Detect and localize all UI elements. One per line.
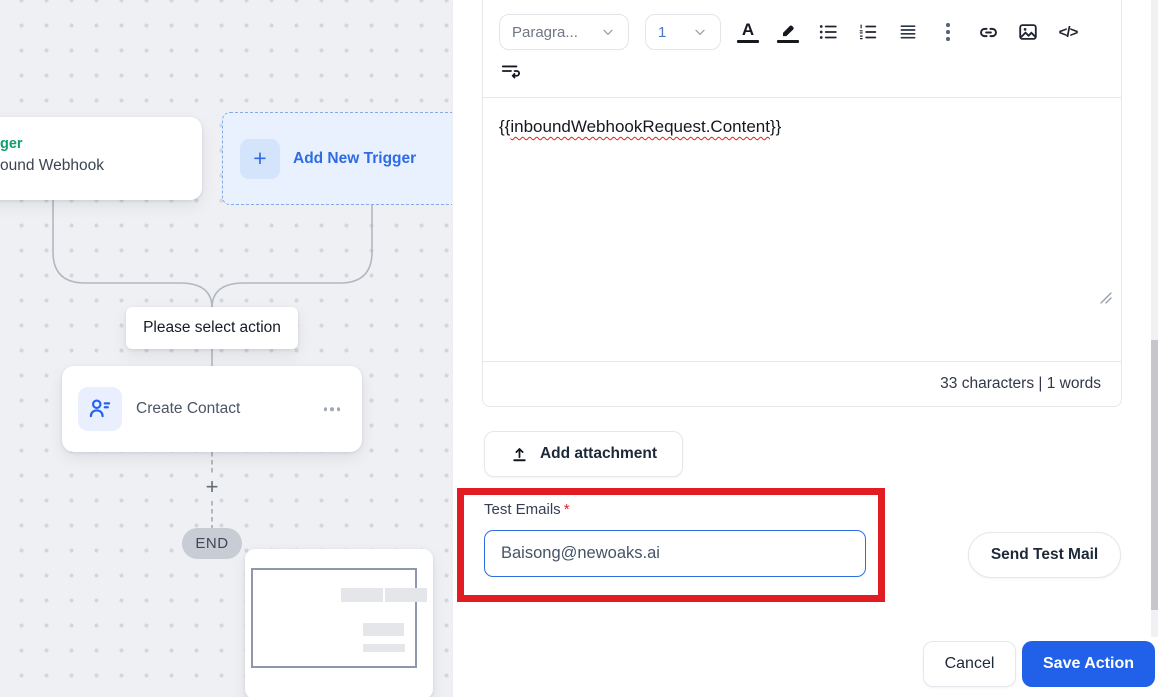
merge-tag-variable: inboundWebhookRequest.Content bbox=[510, 117, 770, 136]
bullet-list-button[interactable] bbox=[815, 14, 841, 50]
merge-tag-prefix: {{ bbox=[499, 117, 511, 136]
paragraph-style-value: Paragra... bbox=[512, 23, 578, 41]
create-contact-label: Create Contact bbox=[136, 400, 241, 417]
test-emails-input[interactable] bbox=[484, 530, 866, 577]
upload-icon bbox=[513, 447, 526, 461]
text-wrap-button[interactable] bbox=[499, 59, 523, 83]
contact-icon-tile bbox=[78, 387, 122, 431]
add-attachment-label: Add attachment bbox=[539, 445, 658, 462]
text-color-icon: A bbox=[741, 19, 755, 39]
chevron-down-icon bbox=[603, 29, 613, 36]
font-size-value: 1 bbox=[658, 23, 667, 41]
contact-person-icon bbox=[89, 399, 111, 418]
save-action-button[interactable]: Save Action bbox=[1022, 641, 1155, 687]
preview-placeholder-bar bbox=[363, 623, 404, 636]
create-contact-action-card[interactable]: Create Contact bbox=[62, 366, 362, 452]
scrollbar-thumb[interactable] bbox=[1151, 340, 1158, 610]
insert-image-button[interactable] bbox=[1015, 14, 1041, 50]
align-justify-icon bbox=[900, 25, 916, 39]
text-color-bar bbox=[737, 39, 759, 44]
end-badge-text: END bbox=[195, 535, 229, 552]
align-justify-button[interactable] bbox=[895, 14, 921, 50]
resize-handle[interactable] bbox=[1099, 289, 1112, 309]
ordered-list-button[interactable] bbox=[855, 14, 881, 50]
character-word-count: 33 characters | 1 words bbox=[940, 375, 1101, 392]
insert-link-button[interactable] bbox=[975, 14, 1001, 50]
trigger-name-label: ound Webhook bbox=[0, 157, 104, 174]
preview-placeholder-bar bbox=[363, 644, 405, 652]
rich-text-editor: Paragra... 1 A </> {{inboundWebhookReque… bbox=[482, 0, 1122, 407]
highlight-button[interactable] bbox=[775, 14, 801, 50]
preview-placeholder-bar bbox=[341, 588, 383, 602]
font-size-select[interactable]: 1 bbox=[645, 14, 721, 50]
bullet-list-icon bbox=[819, 25, 837, 39]
workflow-builder-screen: ger ound Webhook + Add New Trigger Pleas… bbox=[0, 0, 1158, 697]
editor-stats-bar: 33 characters | 1 words bbox=[483, 361, 1121, 406]
panel-scrollbar[interactable] bbox=[1151, 0, 1158, 637]
preview-placeholder-bar bbox=[385, 588, 427, 602]
text-wrap-icon bbox=[501, 65, 520, 79]
add-step-button[interactable]: + bbox=[206, 476, 219, 498]
merge-tag-suffix: }} bbox=[769, 117, 782, 136]
more-options-button[interactable] bbox=[935, 14, 961, 50]
plus-icon: + bbox=[240, 138, 280, 179]
highlight-icon bbox=[783, 25, 794, 36]
ordered-list-icon bbox=[859, 24, 877, 40]
test-emails-label: Test Emails * bbox=[484, 501, 570, 518]
required-asterisk: * bbox=[563, 501, 570, 518]
email-action-panel: Paragra... 1 A </> {{inboundWebhookReque… bbox=[452, 0, 1158, 697]
code-icon: </> bbox=[1058, 23, 1079, 41]
add-attachment-button[interactable]: Add attachment bbox=[484, 431, 683, 477]
chevron-down-icon bbox=[695, 29, 705, 36]
send-test-mail-button[interactable]: Send Test Mail bbox=[968, 532, 1121, 578]
preview-frame bbox=[251, 568, 417, 668]
more-options-icon[interactable] bbox=[320, 403, 345, 415]
add-new-trigger-button[interactable]: + Add New Trigger bbox=[222, 112, 464, 205]
kebab-icon bbox=[946, 23, 950, 41]
trigger-card-inbound-webhook[interactable]: ger ound Webhook bbox=[0, 117, 202, 200]
link-icon bbox=[979, 27, 997, 37]
add-new-trigger-label: Add New Trigger bbox=[293, 149, 417, 167]
email-body-editor[interactable]: {{inboundWebhookRequest.Content}} bbox=[483, 98, 1121, 363]
trigger-type-label: ger bbox=[0, 136, 23, 152]
paragraph-style-select[interactable]: Paragra... bbox=[499, 14, 629, 50]
select-action-hint: Please select action bbox=[126, 307, 298, 349]
window-preview-card bbox=[245, 549, 433, 697]
editor-toolbar: Paragra... 1 A </> bbox=[483, 0, 1121, 98]
end-badge: END bbox=[182, 528, 242, 559]
highlight-bar bbox=[777, 39, 799, 44]
select-action-hint-text: Please select action bbox=[143, 319, 281, 336]
image-icon bbox=[1019, 24, 1037, 40]
text-color-button[interactable]: A bbox=[735, 14, 761, 50]
cancel-button[interactable]: Cancel bbox=[923, 641, 1016, 687]
code-view-button[interactable]: </> bbox=[1055, 14, 1081, 50]
